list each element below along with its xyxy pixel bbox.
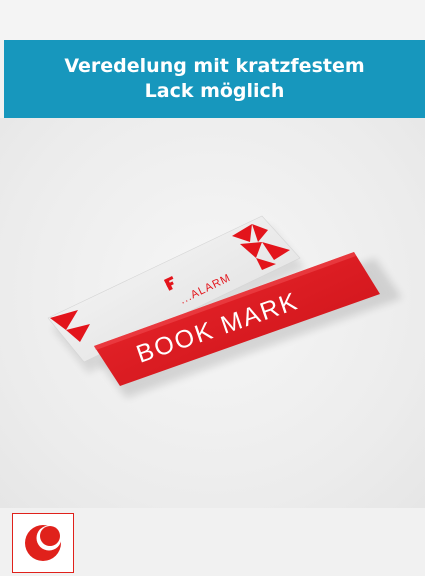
product-panel: Veredelung mit kratzfestem Lack möglich: [0, 0, 425, 576]
top-spacer: [0, 0, 425, 40]
brand-logo[interactable]: [12, 513, 74, 573]
crescent-moon-icon: [25, 525, 62, 561]
bookmark-illustration: ...ALARM BOOK MARK: [47, 215, 402, 398]
banner-title: Veredelung mit kratzfestem Lack möglich: [64, 55, 365, 102]
feature-banner: Veredelung mit kratzfestem Lack möglich: [4, 40, 425, 118]
bookmark-product-image: ...ALARM BOOK MARK: [0, 118, 425, 508]
